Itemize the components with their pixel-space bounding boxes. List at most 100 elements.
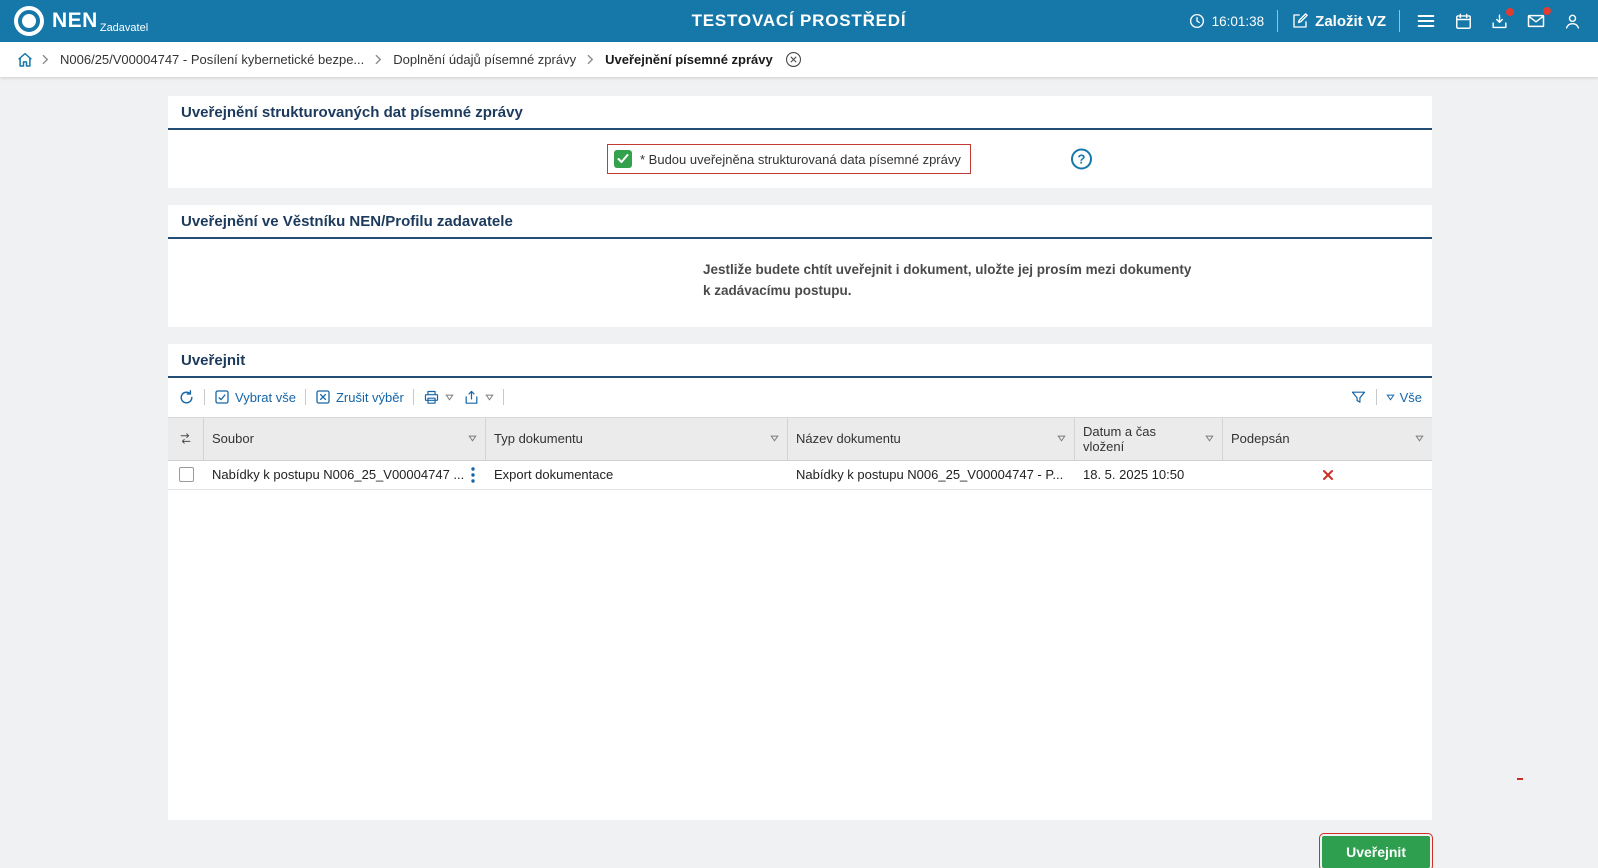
view-all-label: Vše <box>1400 390 1422 405</box>
home-icon <box>16 51 34 69</box>
close-circle-icon <box>785 51 802 68</box>
column-header-date[interactable]: Datum a čas vložení <box>1075 418 1223 460</box>
divider <box>1376 389 1377 405</box>
export-button[interactable] <box>463 389 494 406</box>
user-icon <box>1563 12 1582 31</box>
divider <box>503 389 504 405</box>
filter-button[interactable] <box>1350 389 1367 406</box>
column-label: Podepsán <box>1231 431 1290 446</box>
column-header-select[interactable] <box>168 418 204 460</box>
clock-icon <box>1188 12 1206 30</box>
column-header-signed[interactable]: Podepsán <box>1223 418 1432 460</box>
create-vz-button[interactable]: Založit VZ <box>1291 12 1386 30</box>
row-file-cell: Nabídky k postupu N006_25_V00004747 ... <box>204 461 486 489</box>
divider <box>1399 10 1400 32</box>
checkbox-x-icon <box>315 389 331 405</box>
refresh-button[interactable] <box>178 389 195 406</box>
export-icon <box>463 389 480 406</box>
column-header-type[interactable]: Typ dokumentu <box>486 418 788 460</box>
column-label: Soubor <box>212 431 254 446</box>
edit-icon <box>1291 12 1309 30</box>
funnel-icon <box>1350 389 1367 406</box>
printer-icon <box>423 389 440 406</box>
breadcrumb: N006/25/V00004747 - Posílení kybernetick… <box>0 42 1598 77</box>
notification-badge <box>1506 8 1514 16</box>
clear-selection-label: Zrušit výběr <box>336 390 404 405</box>
nen-logo[interactable]: NEN Zadavatel <box>14 6 148 36</box>
filter-caret-icon <box>770 435 779 442</box>
column-header-file[interactable]: Soubor <box>204 418 486 460</box>
divider <box>305 389 306 405</box>
table-row[interactable]: Nabídky k postupu N006_25_V00004747 ... … <box>168 461 1432 490</box>
header-actions: 16:01:38 Založit VZ <box>1188 8 1584 34</box>
clear-selection-button[interactable]: Zrušit výběr <box>315 389 404 405</box>
structured-data-checkbox[interactable] <box>614 150 632 168</box>
filter-caret-icon <box>468 435 477 442</box>
logo-text: NEN <box>52 9 98 33</box>
filter-caret-icon <box>1415 435 1424 442</box>
caret-down-icon <box>1386 394 1395 401</box>
breadcrumb-item-procedure[interactable]: N006/25/V00004747 - Posílení kybernetick… <box>60 52 364 67</box>
divider <box>413 389 414 405</box>
environment-title: TESTOVACÍ PROSTŘEDÍ <box>692 11 907 31</box>
view-all-button[interactable]: Vše <box>1386 390 1422 405</box>
calendar-button[interactable] <box>1452 10 1475 33</box>
bulletin-note: Jestliže budete chtít uveřejnit i dokume… <box>168 239 1432 327</box>
structured-data-body: * Budou uveřejněna strukturovaná data pí… <box>168 130 1432 188</box>
menu-button[interactable] <box>1413 8 1439 34</box>
not-signed-x-icon <box>1322 469 1334 481</box>
column-label: Typ dokumentu <box>494 431 583 446</box>
structured-data-checkbox-group: * Budou uveřejněna strukturovaná data pí… <box>607 144 971 174</box>
select-all-label: Vybrat vše <box>235 390 296 405</box>
select-all-button[interactable]: Vybrat vše <box>214 389 296 405</box>
row-select-cell <box>168 461 204 489</box>
calendar-icon <box>1454 12 1473 31</box>
bulletin-section: Uveřejnění ve Věstníku NEN/Profilu zadav… <box>168 205 1432 327</box>
breadcrumb-item-report[interactable]: Doplnění údajů písemné zprávy <box>393 52 576 67</box>
publish-section: Uveřejnit Vybrat vše Zrušit výběr <box>168 344 1432 820</box>
breadcrumb-item-current: Uveřejnění písemné zprávy <box>605 52 773 67</box>
column-header-name[interactable]: Název dokumentu <box>788 418 1075 460</box>
publish-button[interactable]: Uveřejnit <box>1322 836 1430 868</box>
grid-toolbar: Vybrat vše Zrušit výběr <box>168 378 1432 417</box>
close-tab-button[interactable] <box>785 51 802 68</box>
hamburger-icon <box>1415 10 1437 32</box>
row-menu-button[interactable] <box>468 465 478 485</box>
caret-down-icon <box>445 394 454 401</box>
chevron-right-icon <box>42 54 49 65</box>
column-label: Název dokumentu <box>796 431 901 446</box>
mail-icon <box>1526 11 1546 31</box>
create-vz-label: Založit VZ <box>1315 13 1386 30</box>
grid-header: Soubor Typ dokumentu Název dokumentu Dat… <box>168 417 1432 461</box>
row-type-cell: Export dokumentace <box>486 461 788 489</box>
stray-mark <box>1517 778 1523 780</box>
swap-arrows-icon <box>177 431 194 446</box>
note-line: Jestliže budete chtít uveřejnit i dokume… <box>703 260 1412 281</box>
app-header: NEN Zadavatel TESTOVACÍ PROSTŘEDÍ 16:01:… <box>0 0 1598 42</box>
filter-caret-icon <box>1057 435 1066 442</box>
refresh-icon <box>178 389 195 406</box>
note-line: k zadávacímu postupu. <box>703 281 1412 302</box>
home-button[interactable] <box>16 51 34 69</box>
downloads-button[interactable] <box>1488 10 1511 33</box>
divider <box>1277 10 1278 32</box>
chevron-right-icon <box>587 54 594 65</box>
notification-badge <box>1543 7 1551 15</box>
current-time: 16:01:38 <box>1212 14 1265 29</box>
checkmark-icon <box>617 154 629 164</box>
main-content: Uveřejnění strukturovaných dat písemné z… <box>168 77 1432 868</box>
row-name-cell: Nabídky k postupu N006_25_V00004747 - P.… <box>788 461 1075 489</box>
row-signed-cell <box>1223 461 1432 489</box>
grid-toolbar-right: Vše <box>1350 389 1422 406</box>
column-label: Datum a čas vložení <box>1083 424 1199 454</box>
footer-actions: Uveřejnit <box>168 836 1432 868</box>
messages-button[interactable] <box>1524 9 1548 33</box>
grid-empty-area <box>168 490 1432 820</box>
logo-subtitle: Zadavatel <box>100 22 148 34</box>
caret-down-icon <box>485 394 494 401</box>
section-title: Uveřejnit <box>168 344 1432 378</box>
help-icon[interactable]: ? <box>1071 149 1092 170</box>
print-button[interactable] <box>423 389 454 406</box>
user-button[interactable] <box>1561 10 1584 33</box>
row-checkbox[interactable] <box>179 467 194 482</box>
